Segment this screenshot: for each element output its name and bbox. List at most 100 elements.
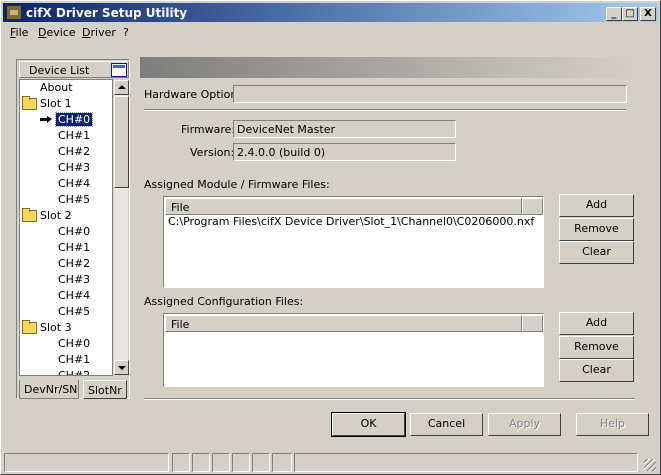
list-item[interactable]: C:\Program Files\cifX Device Driver\Slot… <box>168 215 534 228</box>
folder-icon <box>22 320 37 334</box>
device-list-header: Device List <box>19 61 129 78</box>
tree-item-label: Slot 2 <box>40 209 72 222</box>
scroll-down-arrow-icon[interactable] <box>114 360 129 375</box>
clear-module-button[interactable]: Clear <box>559 241 634 264</box>
tree-channel-item[interactable]: CH#2 <box>20 256 112 272</box>
config-files-label: Assigned Configuration Files: <box>144 295 304 308</box>
tree-item-label: CH#5 <box>58 305 91 318</box>
tree-item-label: Slot 3 <box>40 321 72 334</box>
column-header-filler <box>522 198 543 215</box>
tree-channel-item[interactable]: CH#2 <box>20 144 112 160</box>
close-button[interactable]: X <box>640 7 656 21</box>
tree-slot-item[interactable]: Slot 2 <box>20 208 112 224</box>
hardware-option-field <box>233 85 627 103</box>
add-config-button[interactable]: Add <box>559 312 634 335</box>
tree-channel-item[interactable]: CH#2 <box>20 368 112 376</box>
cancel-button[interactable]: Cancel <box>410 413 483 436</box>
window-view-icon[interactable] <box>111 63 127 77</box>
tree-channel-item[interactable]: CH#1 <box>20 352 112 368</box>
menu-bar: File Device Driver ? <box>3 23 658 42</box>
apply-button[interactable]: Apply <box>488 413 561 436</box>
tree-scrollbar[interactable] <box>113 79 129 376</box>
remove-config-button[interactable]: Remove <box>559 336 634 359</box>
status-pane <box>192 453 210 472</box>
config-files-column-header[interactable]: File <box>165 315 522 332</box>
status-pane <box>4 453 169 472</box>
tree-item-label: CH#0 <box>58 225 91 238</box>
status-pane <box>172 453 190 472</box>
title-bar[interactable]: cifX Driver Setup Utility _ □ X <box>3 3 658 22</box>
tree-channel-item[interactable]: CH#4 <box>20 176 112 192</box>
status-pane <box>272 453 292 472</box>
tree-item-label: CH#1 <box>58 241 91 254</box>
divider <box>144 109 626 111</box>
resize-grip-icon[interactable] <box>644 459 656 471</box>
tree-slot-item[interactable]: Slot 1 <box>20 96 112 112</box>
minimize-button[interactable]: _ <box>606 7 622 21</box>
app-icon <box>6 5 22 20</box>
file-column-label: File <box>171 318 190 331</box>
menu-file[interactable]: File <box>10 26 28 39</box>
tree-item-label: CH#2 <box>58 145 91 158</box>
module-files-label: Assigned Module / Firmware Files: <box>144 178 330 191</box>
folder-icon <box>22 208 37 222</box>
tree-channel-item[interactable]: CH#0 <box>20 224 112 240</box>
status-pane <box>232 453 250 472</box>
module-files-column-header[interactable]: File <box>165 198 522 215</box>
tree-channel-item[interactable]: CH#5 <box>20 304 112 320</box>
tree-channel-item[interactable]: CH#1 <box>20 128 112 144</box>
tree-channel-item[interactable]: CH#4 <box>20 288 112 304</box>
file-column-label: File <box>171 201 190 214</box>
firmware-field: DeviceNet Master <box>233 120 456 138</box>
tree-about-item[interactable]: About <box>20 80 112 96</box>
config-files-list[interactable]: File <box>163 313 544 387</box>
divider <box>144 398 634 400</box>
tree-slot-item[interactable]: Slot 3 <box>20 320 112 336</box>
firmware-label: Firmware: <box>181 123 236 136</box>
main-window: cifX Driver Setup Utility _ □ X File Dev… <box>0 0 661 475</box>
tree-item-label: CH#0 <box>58 337 91 350</box>
tree-channel-item[interactable]: CH#1 <box>20 240 112 256</box>
help-button[interactable]: Help <box>576 413 649 436</box>
tab-slotnr[interactable]: SlotNr <box>83 380 127 399</box>
status-pane <box>252 453 270 472</box>
tree-item-label: CH#2 <box>58 257 91 270</box>
tree-channel-item[interactable]: CH#3 <box>20 272 112 288</box>
menu-help[interactable]: ? <box>123 26 129 39</box>
scroll-up-arrow-icon[interactable] <box>114 80 129 95</box>
tree-item-label: CH#1 <box>58 353 91 366</box>
menu-device[interactable]: Device <box>38 26 76 39</box>
maximize-button[interactable]: □ <box>622 7 638 21</box>
ok-button[interactable]: OK <box>331 412 406 437</box>
tree-channel-item[interactable]: CH#0 <box>20 112 112 128</box>
scroll-thumb[interactable] <box>114 96 129 188</box>
column-header-filler <box>522 315 543 332</box>
tree-channel-item[interactable]: CH#3 <box>20 160 112 176</box>
tree-channel-item[interactable]: CH#5 <box>20 192 112 208</box>
window-title: cifX Driver Setup Utility <box>26 6 188 20</box>
status-bar <box>3 452 658 473</box>
folder-icon <box>22 96 37 110</box>
tree-item-label: CH#3 <box>58 161 91 174</box>
device-tree[interactable]: About Slot 1 CH#0 CH#1 CH#2 CH#3 CH#4 CH#5 Slot … <box>19 79 113 376</box>
device-list-tabs: DevNr/SN SlotNr <box>19 380 129 400</box>
device-list-title: Device List <box>29 64 90 77</box>
clear-config-button[interactable]: Clear <box>559 359 634 382</box>
tree-item-label: Slot 1 <box>40 97 72 110</box>
tree-item-label: CH#1 <box>58 129 91 142</box>
menu-driver[interactable]: Driver <box>82 26 116 39</box>
status-pane <box>212 453 230 472</box>
tab-devnr-sn[interactable]: DevNr/SN <box>19 380 79 399</box>
remove-module-button[interactable]: Remove <box>559 218 634 241</box>
hardware-option-label: Hardware Option: <box>144 88 242 101</box>
add-module-button[interactable]: Add <box>559 194 634 217</box>
tree-item-label: CH#0 <box>54 112 94 127</box>
tree-item-label: About <box>40 81 73 94</box>
tree-item-label: CH#5 <box>58 193 91 206</box>
tree-channel-item[interactable]: CH#0 <box>20 336 112 352</box>
status-pane <box>294 453 638 472</box>
tree-item-label: CH#3 <box>58 273 91 286</box>
device-list-panel: Device List About Slot 1 CH#0 CH#1 CH#2 CH#3 C… <box>16 59 130 399</box>
tree-item-label: CH#2 <box>58 369 91 376</box>
module-files-list[interactable]: File C:\Program Files\cifX Device Driver… <box>163 196 544 288</box>
